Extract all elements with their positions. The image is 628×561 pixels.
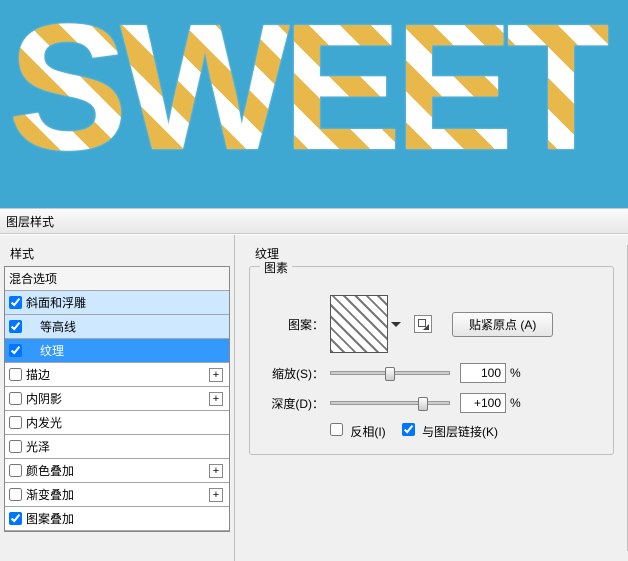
link-checkbox-wrap[interactable]: 与图层链接(K) bbox=[402, 423, 498, 440]
style-label: 纹理 bbox=[26, 342, 64, 359]
elements-legend: 图素 bbox=[260, 259, 292, 276]
depth-input[interactable] bbox=[460, 393, 506, 413]
dialog-body: 样式 混合选项 斜面和浮雕等高线纹理描边+内阴影+内发光光泽颜色叠加+渐变叠加+… bbox=[0, 234, 628, 561]
percent-unit: % bbox=[510, 366, 521, 380]
style-label: 等高线 bbox=[26, 318, 76, 335]
invert-label: 反相(I) bbox=[350, 425, 385, 439]
dialog-title-text: 图层样式 bbox=[6, 215, 54, 229]
depth-label: 深度(D)： bbox=[262, 395, 330, 412]
style-label: 内阴影 bbox=[26, 390, 62, 407]
add-effect-button[interactable]: + bbox=[209, 488, 223, 502]
style-row[interactable]: 斜面和浮雕 bbox=[5, 291, 229, 315]
style-checkbox[interactable] bbox=[9, 416, 22, 429]
style-checkbox[interactable] bbox=[9, 440, 22, 453]
new-preset-button[interactable] bbox=[414, 315, 432, 333]
scale-slider-thumb[interactable] bbox=[385, 367, 395, 381]
document-canvas: SWEET bbox=[0, 0, 628, 208]
style-row[interactable]: 内阴影 + bbox=[5, 387, 229, 411]
canvas-text: SWEET bbox=[8, 0, 608, 191]
depth-slider-thumb[interactable] bbox=[418, 397, 428, 411]
style-label: 颜色叠加 bbox=[26, 462, 74, 479]
style-label: 斜面和浮雕 bbox=[26, 294, 86, 311]
style-checkbox[interactable] bbox=[9, 464, 22, 477]
scale-input[interactable] bbox=[460, 363, 506, 383]
style-checkbox[interactable] bbox=[9, 512, 22, 525]
style-label: 光泽 bbox=[26, 438, 50, 455]
style-row[interactable]: 描边 + bbox=[5, 363, 229, 387]
dialog-titlebar: 图层样式 bbox=[0, 208, 628, 234]
style-label: 内发光 bbox=[26, 414, 62, 431]
invert-checkbox[interactable] bbox=[330, 423, 343, 436]
style-checkbox[interactable] bbox=[9, 392, 22, 405]
styles-heading: 样式 bbox=[4, 243, 230, 266]
style-row[interactable]: 图案叠加 bbox=[5, 507, 229, 531]
style-label: 图案叠加 bbox=[26, 510, 74, 527]
link-with-layer-checkbox[interactable] bbox=[402, 423, 415, 436]
elements-group: 图素 图案： 贴紧原点 (A) 缩放(S)： % 深度(D)： bbox=[249, 266, 614, 455]
snap-to-origin-button[interactable]: 贴紧原点 (A) bbox=[452, 312, 553, 337]
pattern-label: 图案： bbox=[262, 316, 330, 333]
pattern-picker[interactable] bbox=[330, 295, 388, 353]
style-row[interactable]: 等高线 bbox=[5, 315, 229, 339]
style-checkbox[interactable] bbox=[9, 344, 22, 357]
style-checkbox[interactable] bbox=[9, 296, 22, 309]
scale-slider[interactable] bbox=[330, 371, 450, 375]
texture-panel: 纹理 图素 图案： 贴紧原点 (A) 缩放(S)： % 深度(D)： bbox=[235, 235, 628, 561]
style-label: 渐变叠加 bbox=[26, 486, 74, 503]
blend-options-row[interactable]: 混合选项 bbox=[5, 267, 229, 291]
style-checkbox[interactable] bbox=[9, 368, 22, 381]
style-checkbox[interactable] bbox=[9, 320, 22, 333]
texture-heading: 纹理 bbox=[249, 243, 614, 266]
style-row[interactable]: 内发光 bbox=[5, 411, 229, 435]
styles-panel: 样式 混合选项 斜面和浮雕等高线纹理描边 + 内阴影 + 内发光光泽颜色叠加 + 渐变叠加 +… bbox=[0, 235, 235, 561]
style-row[interactable]: 光泽 bbox=[5, 435, 229, 459]
style-row[interactable]: 渐变叠加 + bbox=[5, 483, 229, 507]
styles-list: 混合选项 斜面和浮雕等高线纹理描边 + 内阴影 + 内发光光泽颜色叠加 + 渐变叠加 + 图案叠… bbox=[4, 266, 230, 532]
style-checkbox[interactable] bbox=[9, 488, 22, 501]
add-effect-button[interactable]: + bbox=[209, 464, 223, 478]
scale-label: 缩放(S)： bbox=[262, 365, 330, 382]
style-row[interactable]: 颜色叠加 + bbox=[5, 459, 229, 483]
style-row[interactable]: 纹理 bbox=[5, 339, 229, 363]
percent-unit: % bbox=[510, 396, 521, 410]
add-effect-button[interactable]: + bbox=[209, 392, 223, 406]
depth-slider[interactable] bbox=[330, 401, 450, 405]
style-label: 描边 bbox=[26, 366, 50, 383]
add-effect-button[interactable]: + bbox=[209, 368, 223, 382]
blend-options-label: 混合选项 bbox=[9, 270, 57, 287]
link-label: 与图层链接(K) bbox=[422, 425, 498, 439]
invert-checkbox-wrap[interactable]: 反相(I) bbox=[330, 423, 386, 440]
